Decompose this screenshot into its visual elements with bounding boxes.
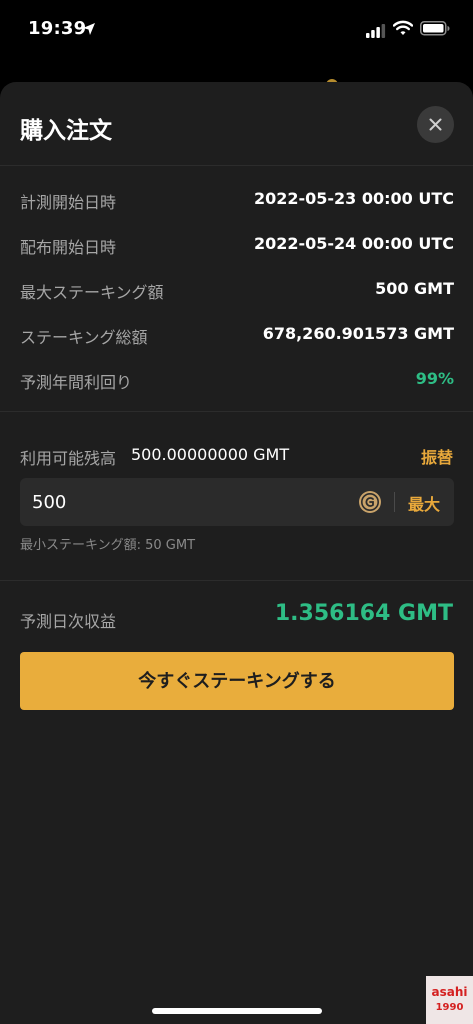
info-label: 最大ステーキング額 <box>20 283 164 302</box>
info-row-annual-yield: 予測年間利回り 99% <box>20 369 454 393</box>
info-row-measure-start: 計測開始日時 2022-05-23 00:00 UTC <box>20 189 454 213</box>
stake-now-button[interactable]: 今すぐステーキングする <box>20 652 454 710</box>
header-divider <box>0 165 473 166</box>
stake-amount-field[interactable]: 最大 <box>20 478 454 526</box>
watermark-logo: asahi 1990 <box>426 976 473 1024</box>
cellular-signal-icon <box>366 23 386 42</box>
status-time: 19:39 <box>28 18 87 39</box>
info-row-distribution-start: 配布開始日時 2022-05-24 00:00 UTC <box>20 234 454 258</box>
info-row-total-staking: ステーキング総額 678,260.901573 GMT <box>20 324 454 348</box>
info-label: 予測年間利回り <box>20 373 133 392</box>
sheet-title: 購入注文 <box>20 118 112 144</box>
stake-amount-input[interactable] <box>32 478 342 526</box>
daily-profit-value: 1.356164 GMT <box>274 601 453 626</box>
info-value: 678,260.901573 GMT <box>262 324 454 343</box>
home-indicator[interactable] <box>152 1008 322 1014</box>
min-staking-hint: 最小ステーキング額: 50 GMT <box>20 538 196 553</box>
close-icon <box>429 118 442 131</box>
annual-yield-value: 99% <box>415 369 454 388</box>
watermark-line2: 1990 <box>435 1002 464 1013</box>
info-divider <box>0 411 473 412</box>
input-divider <box>0 580 473 581</box>
location-arrow-icon <box>82 21 96 35</box>
info-row-max-staking: 最大ステーキング額 500 GMT <box>20 279 454 303</box>
info-value: 2022-05-23 00:00 UTC <box>253 189 454 208</box>
available-balance-label: 利用可能残高 <box>20 449 117 468</box>
battery-icon <box>420 21 450 40</box>
purchase-order-sheet: 購入注文 計測開始日時 2022-05-23 00:00 UTC 配布開始日時 … <box>0 82 473 1024</box>
info-value: 500 GMT <box>375 279 454 298</box>
close-button[interactable] <box>417 106 454 143</box>
info-label: ステーキング総額 <box>20 328 148 347</box>
watermark-line1: asahi <box>431 985 468 999</box>
status-bar: 19:39 <box>0 0 473 60</box>
info-label: 計測開始日時 <box>20 193 117 212</box>
amount-field-separator <box>394 492 395 512</box>
info-value: 2022-05-24 00:00 UTC <box>253 234 454 253</box>
available-balance-value: 500.00000000 GMT <box>131 445 290 464</box>
transfer-button[interactable]: 振替 <box>421 444 453 468</box>
gmt-coin-icon <box>358 490 382 518</box>
max-button[interactable]: 最大 <box>408 491 440 515</box>
wifi-icon <box>392 20 414 40</box>
info-label: 配布開始日時 <box>20 238 117 257</box>
daily-profit-label: 予測日次収益 <box>20 612 117 631</box>
